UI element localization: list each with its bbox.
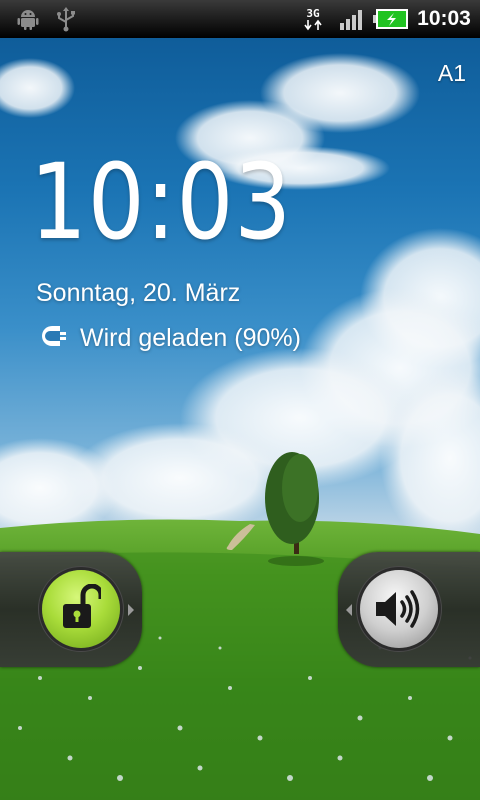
left-arrow-icon [346,604,352,616]
right-arrow-icon [128,604,134,616]
usb-icon [52,0,80,38]
3g-data-icon: 3G [298,0,328,38]
status-time: 10:03 [417,7,471,30]
status-bar: 3G 10:03 [0,0,480,38]
unlock-slider-tab[interactable] [0,552,142,667]
charging-status-text: Wird geladen (90%) [80,323,301,352]
speaker-icon [374,587,426,635]
unlock-icon [61,583,104,636]
sound-handle[interactable] [360,570,438,648]
lockscreen-date: Sonntag, 20. März [36,279,241,307]
charging-status: Wird geladen (90%) [38,320,301,356]
sound-slider-tab[interactable] [338,552,480,667]
network-type-label: 3G [306,6,320,20]
battery-charging-icon [372,0,410,38]
unlock-handle[interactable] [42,570,120,648]
carrier-label: A1 [437,60,466,86]
charging-plug-icon [38,323,70,353]
lockscreen-clock: 10:03 [30,141,293,263]
android-debug-icon [14,0,42,38]
signal-strength-icon [338,0,366,38]
